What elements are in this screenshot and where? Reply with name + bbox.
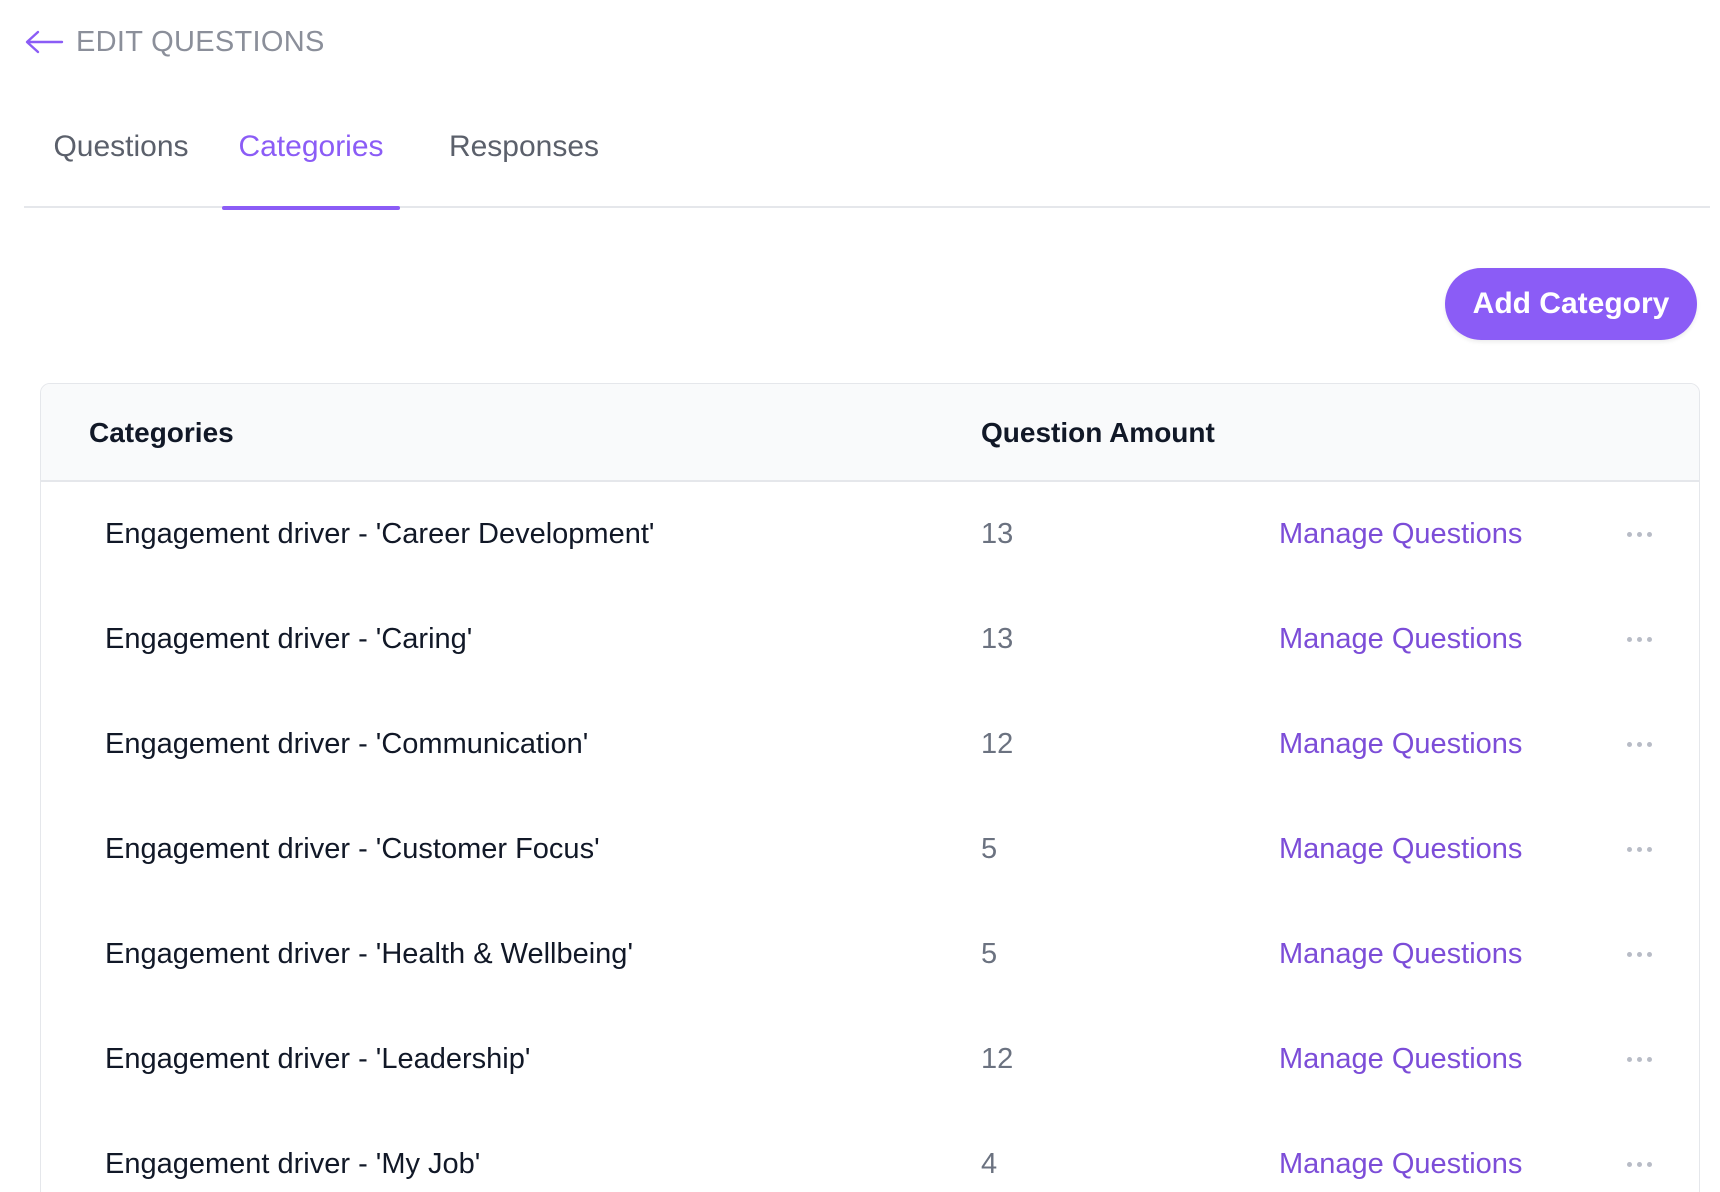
add-category-button[interactable]: Add Category bbox=[1445, 268, 1697, 340]
more-options-icon[interactable] bbox=[1621, 797, 1657, 902]
table-row: Engagement driver - 'Leadership' 12 Mana… bbox=[41, 1007, 1699, 1112]
column-header-categories: Categories bbox=[89, 417, 234, 448]
category-name: Engagement driver - 'Health & Wellbeing' bbox=[105, 938, 633, 970]
column-header-question-amount: Question Amount bbox=[981, 417, 1215, 448]
more-options-icon[interactable] bbox=[1621, 1112, 1657, 1192]
table-row: Engagement driver - 'Career Development'… bbox=[41, 482, 1699, 587]
table-row: Engagement driver - 'Caring' 13 Manage Q… bbox=[41, 587, 1699, 692]
manage-questions-link[interactable]: Manage Questions bbox=[1279, 1112, 1522, 1192]
page-title: EDIT QUESTIONS bbox=[76, 25, 325, 58]
edit-questions-page: EDIT QUESTIONS Questions Categories Resp… bbox=[0, 0, 1720, 1192]
more-options-icon[interactable] bbox=[1621, 482, 1657, 587]
table-row: Engagement driver - 'Health & Wellbeing'… bbox=[41, 902, 1699, 1007]
table-row: Engagement driver - 'Communication' 12 M… bbox=[41, 692, 1699, 797]
question-amount: 13 bbox=[981, 623, 1014, 655]
table-row: Engagement driver - 'My Job' 4 Manage Qu… bbox=[41, 1112, 1699, 1192]
category-name: Engagement driver - 'Caring' bbox=[105, 623, 473, 655]
category-name: Engagement driver - 'Career Development' bbox=[105, 518, 655, 550]
manage-questions-link[interactable]: Manage Questions bbox=[1279, 692, 1522, 797]
categories-table: Categories Question Amount Engagement dr… bbox=[40, 383, 1700, 1192]
manage-questions-link[interactable]: Manage Questions bbox=[1279, 797, 1522, 902]
category-name: Engagement driver - 'Communication' bbox=[105, 728, 589, 760]
manage-questions-link[interactable]: Manage Questions bbox=[1279, 482, 1522, 587]
question-amount: 12 bbox=[981, 1043, 1014, 1075]
manage-questions-link[interactable]: Manage Questions bbox=[1279, 1007, 1522, 1112]
category-name: Engagement driver - 'My Job' bbox=[105, 1148, 481, 1180]
question-amount: 4 bbox=[981, 1148, 998, 1180]
tab-categories[interactable]: Categories bbox=[222, 118, 400, 210]
table-row: Engagement driver - 'Customer Focus' 5 M… bbox=[41, 797, 1699, 902]
question-amount: 13 bbox=[981, 518, 1014, 550]
question-amount: 12 bbox=[981, 728, 1014, 760]
arrow-left-icon[interactable] bbox=[24, 22, 64, 62]
more-options-icon[interactable] bbox=[1621, 587, 1657, 692]
tab-bar: Questions Categories Responses bbox=[24, 118, 1710, 210]
category-name: Engagement driver - 'Leadership' bbox=[105, 1043, 531, 1075]
table-header: Categories Question Amount bbox=[41, 384, 1699, 482]
question-amount: 5 bbox=[981, 938, 998, 970]
question-amount: 5 bbox=[981, 833, 998, 865]
tab-questions[interactable]: Questions bbox=[24, 118, 218, 208]
manage-questions-link[interactable]: Manage Questions bbox=[1279, 902, 1522, 1007]
more-options-icon[interactable] bbox=[1621, 692, 1657, 797]
tab-responses[interactable]: Responses bbox=[424, 118, 624, 208]
manage-questions-link[interactable]: Manage Questions bbox=[1279, 587, 1522, 692]
page-header: EDIT QUESTIONS bbox=[24, 22, 325, 62]
more-options-icon[interactable] bbox=[1621, 902, 1657, 1007]
more-options-icon[interactable] bbox=[1621, 1007, 1657, 1112]
category-name: Engagement driver - 'Customer Focus' bbox=[105, 833, 600, 865]
